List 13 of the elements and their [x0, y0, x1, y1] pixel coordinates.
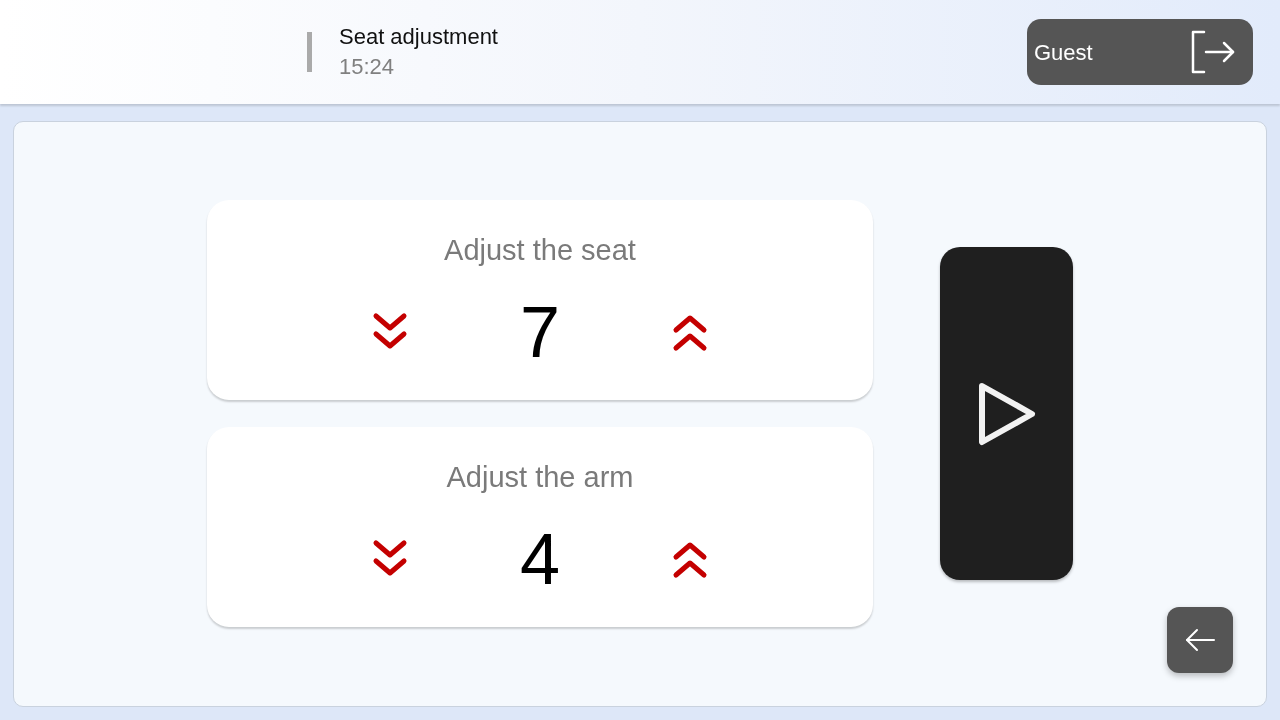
clock-time: 15:24: [339, 53, 396, 81]
adjuster-value: 7: [518, 292, 561, 372]
user-logout-button[interactable]: Guest: [1027, 19, 1253, 85]
adjuster-value: 4: [518, 519, 561, 599]
adjuster-label: Adjust the arm: [446, 460, 634, 495]
back-button[interactable]: [1167, 607, 1233, 673]
play-button[interactable]: [940, 247, 1073, 580]
back-arrow-icon: [1185, 628, 1215, 652]
chevrons-up-icon: [672, 539, 708, 579]
page-title: Seat adjustment: [339, 23, 498, 51]
logout-icon: [1191, 30, 1235, 74]
adjuster-label: Adjust the seat: [444, 233, 636, 268]
chevrons-up-icon: [672, 312, 708, 352]
